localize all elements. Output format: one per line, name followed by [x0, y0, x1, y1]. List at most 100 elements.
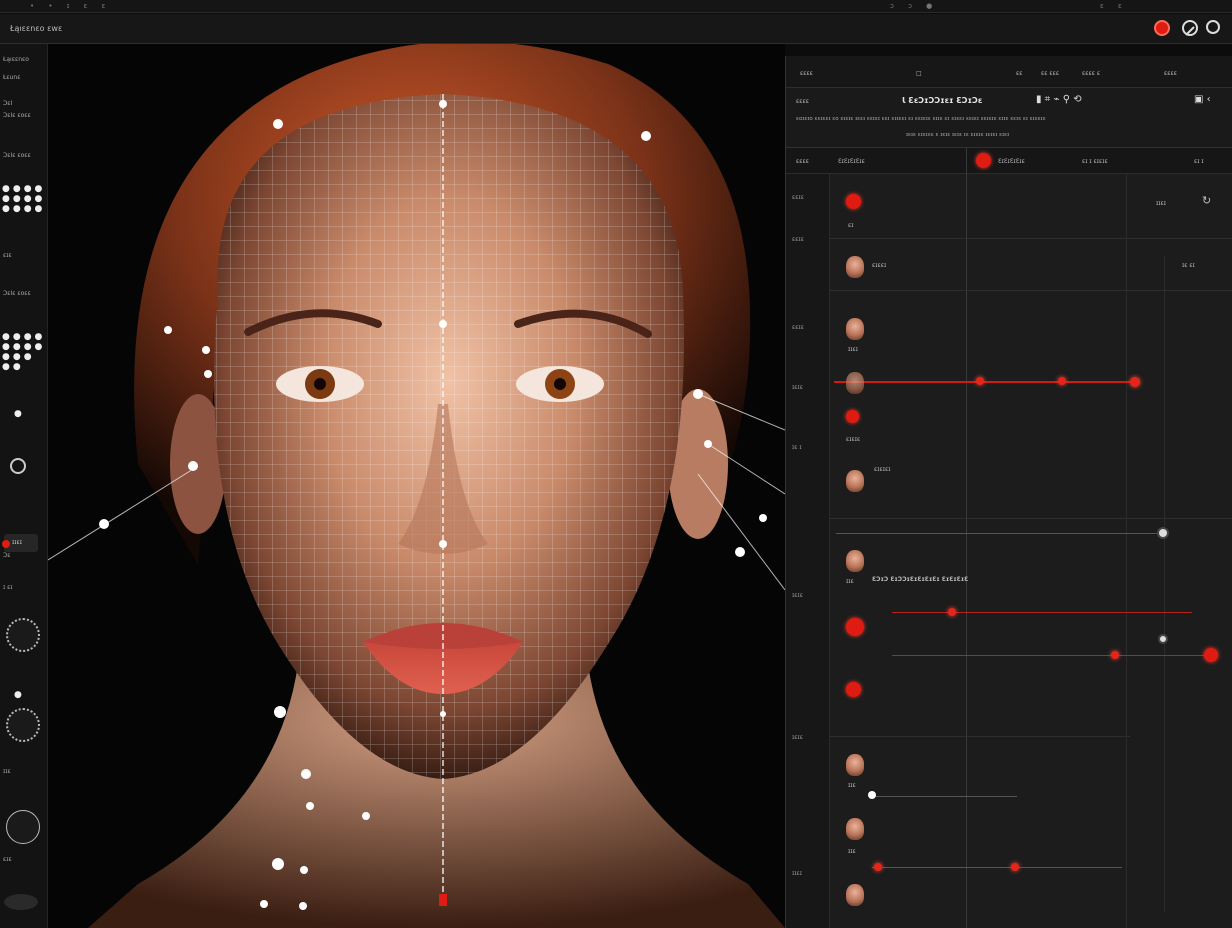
tool-label[interactable]: Łɛunɛ	[3, 74, 20, 81]
keyframe-marker[interactable]	[976, 377, 984, 385]
header-tool-icons[interactable]: ▮ ⌗ ⌁ ⚲ ⟲	[1036, 94, 1082, 105]
smudge-icon[interactable]	[4, 894, 38, 910]
toolbar-item[interactable]: ɛɛɛɛ	[800, 70, 813, 77]
left-toolbar: Łąıɛɛnɛo Łɛunɛ ƆɛI ƆɛIɛ ɛoɛɛ ƆɛIɛ ɛoɛɛ ●…	[0, 44, 48, 928]
track-keyframe-icon[interactable]	[846, 410, 859, 423]
keyframe-marker[interactable]	[1204, 648, 1218, 662]
keyframe-track[interactable]	[872, 796, 1017, 797]
toolbar-item[interactable]: ɛɛɛɛ	[1164, 70, 1177, 77]
lasso-icon[interactable]	[10, 458, 26, 474]
menu-title[interactable]: Łąıεεnεo ɛwɛ	[10, 24, 62, 33]
track-meta: ɪɪɛɪ	[1156, 200, 1166, 207]
col-head: ƐɪƐɪƐɪƐɪɛ	[998, 158, 1025, 165]
point-presets[interactable]: ●●●● ●●●● ●●● ●●	[2, 332, 45, 372]
feather-icon[interactable]	[6, 810, 40, 844]
grid-line	[830, 518, 1232, 519]
title-bar-icons-right[interactable]: ɛ ɛ	[1100, 2, 1128, 10]
keyframe-marker[interactable]	[1111, 651, 1119, 659]
tool-label[interactable]: ɪɪɛ	[3, 768, 11, 775]
playhead-track[interactable]	[836, 533, 1166, 534]
face-thumbnail[interactable]	[846, 754, 864, 776]
track-label: ɪɪɛ	[846, 578, 854, 585]
tool-label[interactable]: Łąıɛɛnɛo	[3, 56, 29, 63]
brush-presets[interactable]: ●●●● ●●●● ●●●●	[2, 184, 45, 214]
record-keyframe-icon[interactable]	[976, 153, 991, 168]
panel-title: Ɩ ƐɛƆɪƆƆɪɛɪ ƐƆɪƆɛ	[902, 96, 983, 105]
panel-header-label: ɛɛɛɛ	[796, 98, 809, 105]
face-thumbnail[interactable]	[846, 372, 864, 394]
side-label: ɪɛɪɛ	[792, 384, 803, 391]
panel-header: ɛɛɛɛ Ɩ ƐɛƆɪƆƆɪɛɪ ƐƆɪƆɛ ▮ ⌗ ⌁ ⚲ ⟲ ▣ ‹ ɛoɪ…	[786, 88, 1232, 148]
keyframe-handle[interactable]	[1158, 634, 1168, 644]
col-head: ɛɪ ɪ ɛɪɛɪɛ	[1082, 158, 1108, 165]
col-head: ɛɛɛɛ	[796, 158, 809, 165]
side-label: ɪɛɪɛ	[792, 592, 803, 599]
no-entry-icon[interactable]	[1182, 20, 1198, 36]
keyframe-marker[interactable]	[1011, 863, 1019, 871]
tool-label[interactable]: ɪ ɛɪ	[3, 584, 13, 591]
keyframe-track[interactable]	[872, 867, 1122, 868]
tool-label[interactable]: ƆɛIɛ ɛoɛɛ	[3, 290, 31, 297]
keyframe-marker[interactable]	[1058, 377, 1066, 385]
column-header: ɛɛɛɛ ƐɪƐɪƐɪƐɪɛ ƐɪƐɪƐɪƐɪɛ ɛɪ ɪ ɛɪɛɪɛ ɛɪ ɪ	[786, 148, 1232, 174]
grid-line	[830, 736, 1130, 737]
side-label: ɛɛɪɛ	[792, 324, 804, 331]
face-thumbnail[interactable]	[846, 818, 864, 840]
track-meta: ɪɛ ɛɪ	[1182, 262, 1195, 269]
mesh-ring-icon[interactable]	[6, 618, 40, 652]
tool-label[interactable]: ƆɛIɛ ɛoɛɛ	[3, 112, 31, 119]
tool-label[interactable]: ƆɛI	[3, 100, 12, 107]
face-thumbnail[interactable]	[846, 550, 864, 572]
panel-description-2: ɪɛɪɛ ɛɪɛɪɛɛ ɛ ɪɛɪɛ ɪɛɪɛ ɪɛ ɛɪɛɪɛ ɪɛɪɛɪ ɛ…	[906, 132, 1010, 138]
grid-line	[1126, 174, 1127, 928]
toolbar-item[interactable]: ɛɛ	[1016, 70, 1023, 77]
track-section-title: ƐƆɪƆ ƐɪƆƆɪƐɪƐɪƐɪƐɪ ƐɪƐɪƐɪƐ	[872, 576, 969, 583]
point-single[interactable]: ●	[14, 409, 25, 419]
record-icon[interactable]	[1154, 20, 1170, 36]
timeline-panel: ɛɛɛɛ □ ɛɛ ɛɛ ɛɛɛ ɛɛɛɛ ɛ ɛɛɛɛ ɛɛɛɛ Ɩ ƐɛƆɪ…	[785, 56, 1232, 928]
track-keyframe-icon[interactable]	[846, 194, 861, 209]
track-label: ɪɪɛɪ	[848, 346, 858, 353]
point-single[interactable]: ●	[14, 690, 25, 700]
toolbar-item[interactable]: ɛɛ ɛɛɛ	[1041, 70, 1059, 77]
keyframe-track[interactable]	[834, 381, 1134, 383]
title-bar-icons[interactable]: ɔ ɔ ●	[890, 2, 938, 10]
track-label: ɛɪ	[848, 222, 854, 229]
active-marker-icon	[2, 540, 10, 548]
face-thumbnail[interactable]	[846, 470, 864, 492]
track-keyframe-icon[interactable]	[846, 682, 861, 697]
texture-ring-icon[interactable]	[6, 708, 40, 742]
track-label: ɪɪɛ	[848, 848, 856, 855]
face-thumbnail[interactable]	[846, 256, 864, 278]
tool-label[interactable]: ƆɛIɛ ɛoɛɛ	[3, 152, 31, 159]
col-head: ɛɪ ɪ	[1194, 158, 1204, 165]
track-label: ɛɪɛɪɛ	[846, 436, 861, 443]
track-label: ɪɪɛ	[848, 782, 856, 789]
keyframe-handle[interactable]	[868, 791, 876, 799]
panel-toolbar: ɛɛɛɛ □ ɛɛ ɛɛ ɛɛɛ ɛɛɛɛ ɛ ɛɛɛɛ	[786, 56, 1232, 88]
keyframe-track[interactable]	[892, 655, 1212, 656]
face-thumbnail[interactable]	[846, 884, 864, 906]
keyframe-marker[interactable]	[874, 863, 882, 871]
collapse-icon[interactable]: ▣ ‹	[1194, 94, 1211, 105]
track-side-column: ɛɛɪɛ ɛɛɪɛ ɛɛɪɛ ɪɛɪɛ ɪɛ ɪ ɪɛɪɛ ɪɛɪɛ ɪɪɛɪ	[786, 174, 830, 928]
keyframe-marker[interactable]	[1130, 377, 1140, 387]
tool-label[interactable]: ɛɪɛ	[3, 252, 12, 259]
face-thumbnail[interactable]	[846, 318, 864, 340]
track-keyframe-icon[interactable]	[846, 618, 864, 636]
window-controls[interactable]: • • ɪ ɛ ɛ	[30, 2, 111, 10]
toolbar-item[interactable]: □	[916, 70, 922, 77]
track-label: ɛɪɛɪɛɪ	[874, 466, 891, 473]
tool-label[interactable]: ɛɪɛ	[3, 856, 12, 863]
side-label: ɪɪɛɪ	[792, 870, 802, 877]
side-label: ɛɛɪɛ	[792, 236, 804, 243]
grid-line	[830, 290, 1232, 291]
refresh-icon[interactable]: ↻	[1202, 194, 1211, 207]
circle-icon[interactable]	[1206, 20, 1220, 34]
keyframe-track[interactable]	[892, 612, 1192, 613]
tool-label[interactable]: Ͻɛ	[3, 552, 10, 559]
toolbar-item[interactable]: ɛɛɛɛ ɛ	[1082, 70, 1100, 77]
playhead-handle[interactable]	[1157, 527, 1169, 539]
viewport-canvas[interactable]	[48, 44, 785, 928]
keyframe-marker[interactable]	[948, 608, 956, 616]
